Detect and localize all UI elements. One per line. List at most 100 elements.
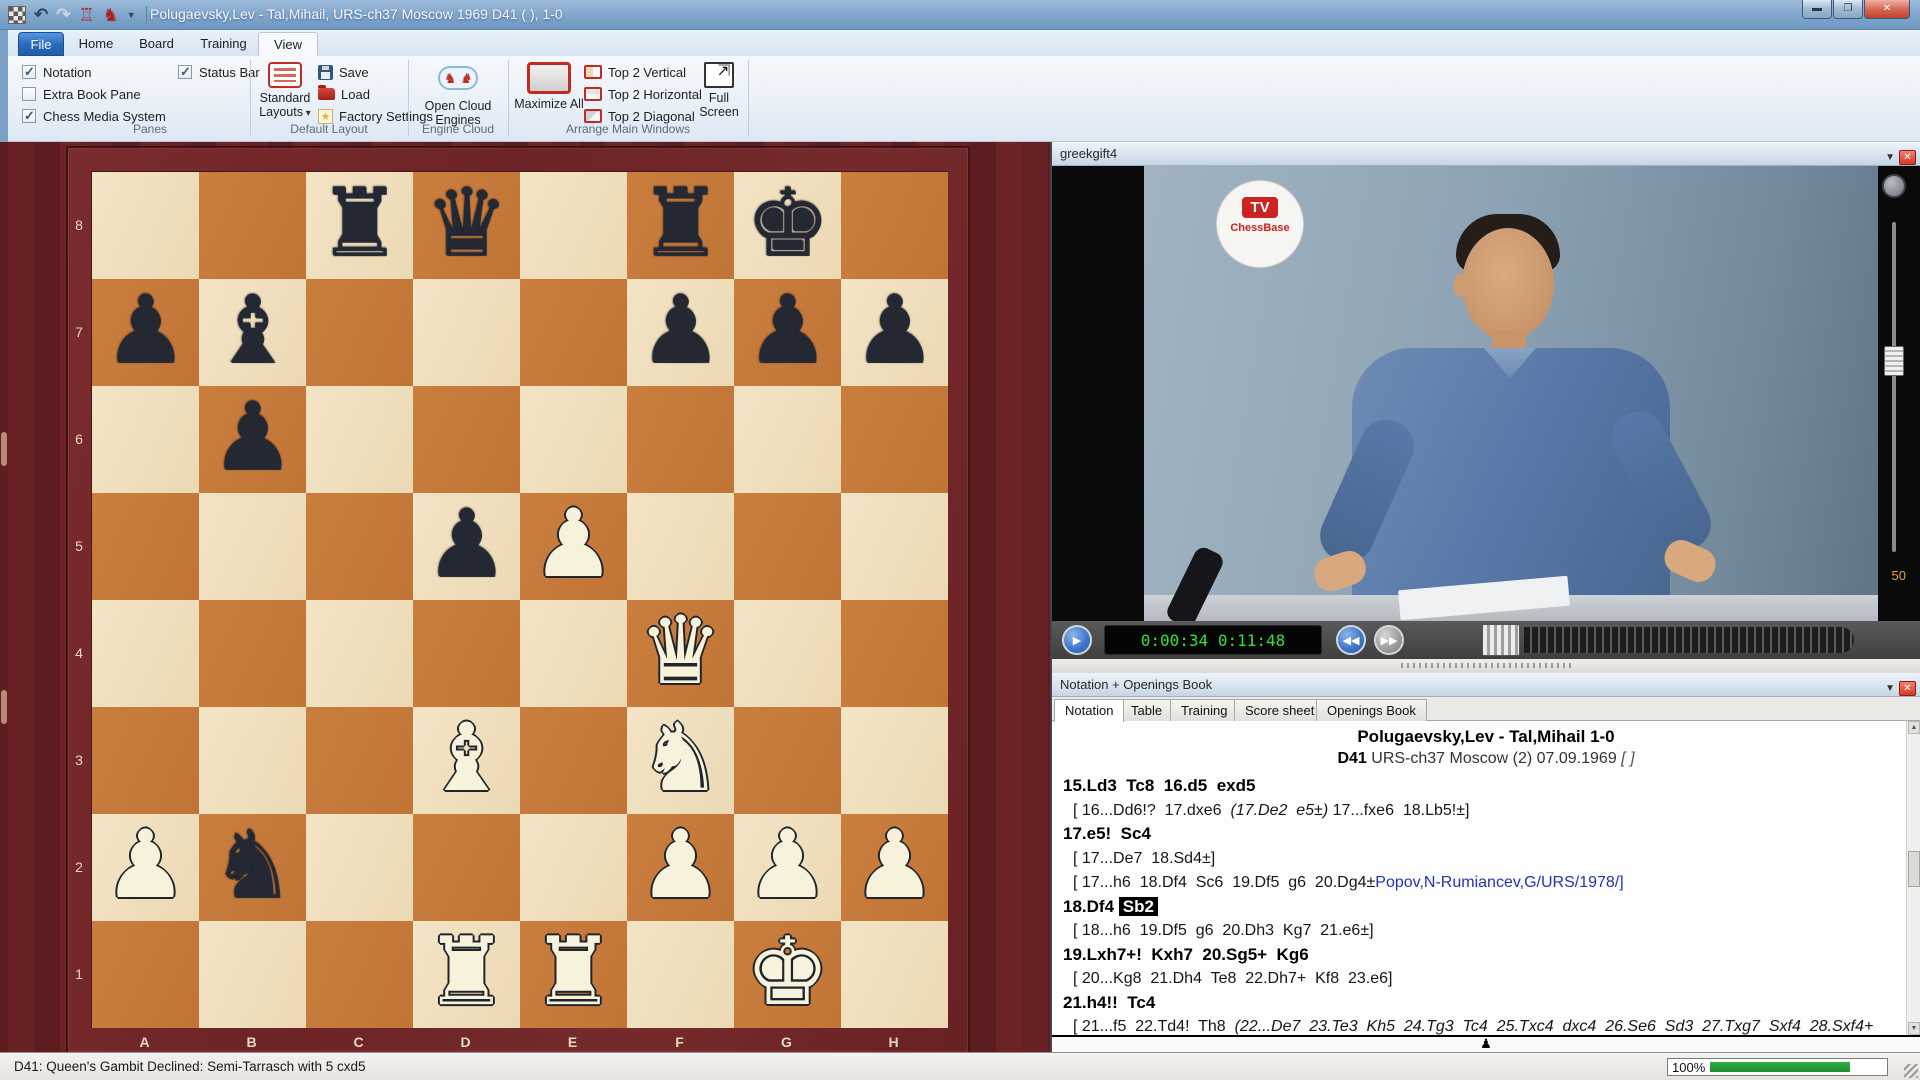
main-move-text[interactable]: 19.Lxh7+! Kxh7 20.Sg5+ Kg6 <box>1063 945 1309 964</box>
minimize-button[interactable]: ▬ <box>1802 0 1832 19</box>
piece-white-bishop-d3[interactable]: ♝ <box>413 707 520 814</box>
scrollbar-thumb[interactable] <box>1908 851 1920 887</box>
piece-white-rook-d1[interactable]: ♜ <box>413 921 520 1028</box>
notation-tab-openings-book[interactable]: Openings Book <box>1316 699 1427 721</box>
redo-icon[interactable]: ↷ <box>56 6 70 24</box>
piece-black-bishop-b7[interactable]: ♝ <box>199 279 306 386</box>
square-a3[interactable] <box>92 707 199 814</box>
resize-grip-icon[interactable] <box>1904 1064 1918 1078</box>
piece-white-pawn-a2[interactable]: ♟ <box>92 814 199 921</box>
square-b3[interactable] <box>199 707 306 814</box>
checkbox-extra-book-pane[interactable]: Extra Book Pane <box>22 86 141 102</box>
square-h3[interactable] <box>841 707 948 814</box>
checkbox-box[interactable] <box>22 65 36 79</box>
fast-forward-button[interactable]: ▶▶ <box>1374 625 1404 655</box>
square-f1[interactable] <box>627 921 734 1028</box>
square-a5[interactable] <box>92 493 199 600</box>
tab-view[interactable]: View <box>258 32 318 56</box>
maximize-button[interactable]: ❐ <box>1833 0 1863 19</box>
seek-slider-handle[interactable] <box>1482 624 1520 656</box>
main-move-text[interactable]: 17.e5! Sc4 <box>1063 824 1151 843</box>
undo-icon[interactable]: ↶ <box>34 6 48 24</box>
volume-slider-track[interactable] <box>1892 222 1896 552</box>
square-d7[interactable] <box>413 279 520 386</box>
square-a6[interactable] <box>92 386 199 493</box>
square-b8[interactable] <box>199 172 306 279</box>
square-e7[interactable] <box>520 279 627 386</box>
square-e2[interactable] <box>520 814 627 921</box>
piece-white-pawn-h2[interactable]: ♟ <box>841 814 948 921</box>
piece-white-pawn-f2[interactable]: ♟ <box>627 814 734 921</box>
square-g6[interactable] <box>734 386 841 493</box>
video-area[interactable]: TV ChessBase 50 <box>1052 166 1920 621</box>
piece-black-pawn-b6[interactable]: ♟ <box>199 386 306 493</box>
variation-text[interactable]: [ 18...h6 19.Df5 g6 20.Dh3 Kg7 21.e6±] <box>1073 922 1374 939</box>
piece-white-pawn-g2[interactable]: ♟ <box>734 814 841 921</box>
main-move-text[interactable]: 21.h4!! Tc4 <box>1063 993 1155 1012</box>
notation-tab-table[interactable]: Table <box>1120 699 1173 721</box>
piece-black-pawn-f7[interactable]: ♟ <box>627 279 734 386</box>
piece-black-queen-d8[interactable]: ♛ <box>413 172 520 279</box>
video-panel-header[interactable]: greekgift4 ▼ ✕ <box>1052 142 1920 166</box>
piece-white-king-g1[interactable]: ♚ <box>734 921 841 1028</box>
square-c3[interactable] <box>306 707 413 814</box>
square-g3[interactable] <box>734 707 841 814</box>
panel-splitter[interactable] <box>1052 659 1920 673</box>
main-move-text[interactable]: 18.Df4 <box>1063 897 1119 916</box>
square-a1[interactable] <box>92 921 199 1028</box>
seek-slider-track[interactable] <box>1524 627 1854 653</box>
square-b1[interactable] <box>199 921 306 1028</box>
piece-white-knight-f3[interactable]: ♞ <box>627 707 734 814</box>
square-e6[interactable] <box>520 386 627 493</box>
close-button[interactable]: ✕ <box>1864 0 1910 19</box>
variation-text[interactable]: 17...fxe6 18.Lb5!±] <box>1328 802 1469 819</box>
square-c5[interactable] <box>306 493 413 600</box>
video-settings-knob[interactable] <box>1882 174 1906 198</box>
piece-black-pawn-a7[interactable]: ♟ <box>92 279 199 386</box>
piece-black-king-g8[interactable]: ♚ <box>734 172 841 279</box>
panel-close-icon[interactable]: ✕ <box>1899 150 1916 165</box>
toolbar-dropdown-icon[interactable]: ▼ <box>127 10 136 20</box>
variation-text[interactable]: [ 17...De7 18.Sd4±] <box>1073 850 1215 867</box>
piece-white-pawn-e5[interactable]: ♟ <box>520 493 627 600</box>
notation-content[interactable]: Polugaevsky,Lev - Tal,Mihail 1-0 D41 URS… <box>1052 721 1920 1035</box>
square-h6[interactable] <box>841 386 948 493</box>
piece-white-rook-e1[interactable]: ♜ <box>520 921 627 1028</box>
scroll-down-icon[interactable]: ▼ <box>1908 1022 1920 1035</box>
square-h8[interactable] <box>841 172 948 279</box>
red-board-icon[interactable]: ♖ <box>79 6 95 24</box>
square-d6[interactable] <box>413 386 520 493</box>
load-button[interactable]: Load <box>318 85 370 103</box>
square-b4[interactable] <box>199 600 306 707</box>
square-d4[interactable] <box>413 600 520 707</box>
checkbox-box[interactable] <box>22 109 36 123</box>
square-h1[interactable] <box>841 921 948 1028</box>
variation-text[interactable]: Popov,N-Rumiancev,G/URS/1978/ <box>1375 874 1619 891</box>
piece-black-knight-b2[interactable]: ♞ <box>199 814 306 921</box>
square-e3[interactable] <box>520 707 627 814</box>
piece-black-pawn-d5[interactable]: ♟ <box>413 493 520 600</box>
square-g4[interactable] <box>734 600 841 707</box>
piece-white-queen-f4[interactable]: ♛ <box>627 600 734 707</box>
variation-text[interactable]: [ 21...f5 22.Td4! Th8 <box>1073 1018 1235 1035</box>
top-2-vertical-button[interactable]: Top 2 Vertical <box>584 63 686 81</box>
scroll-up-icon[interactable]: ▲ <box>1908 721 1920 734</box>
save-button[interactable]: Save <box>318 63 369 81</box>
piece-black-pawn-g7[interactable]: ♟ <box>734 279 841 386</box>
square-a4[interactable] <box>92 600 199 707</box>
square-c4[interactable] <box>306 600 413 707</box>
square-a8[interactable] <box>92 172 199 279</box>
current-move[interactable]: Sb2 <box>1119 897 1158 916</box>
splitter-handle[interactable] <box>1 432 7 466</box>
top-2-horizontal-button[interactable]: Top 2 Horizontal <box>584 85 702 103</box>
notation-tab-notation[interactable]: Notation <box>1054 699 1124 722</box>
notation-panel-header[interactable]: Notation + Openings Book ▼ ✕ <box>1052 673 1920 697</box>
variation-text[interactable]: (17.De2 e5±) <box>1230 802 1328 819</box>
splitter-handle[interactable] <box>1 690 7 724</box>
notation-tab-score-sheet[interactable]: Score sheet <box>1234 699 1325 721</box>
checkbox-notation[interactable]: Notation <box>22 64 91 80</box>
variation-text[interactable]: [ 16...Dd6!? 17.dxe6 <box>1073 802 1230 819</box>
square-g5[interactable] <box>734 493 841 600</box>
piece-black-pawn-h7[interactable]: ♟ <box>841 279 948 386</box>
rewind-button[interactable]: ◀◀ <box>1336 625 1366 655</box>
